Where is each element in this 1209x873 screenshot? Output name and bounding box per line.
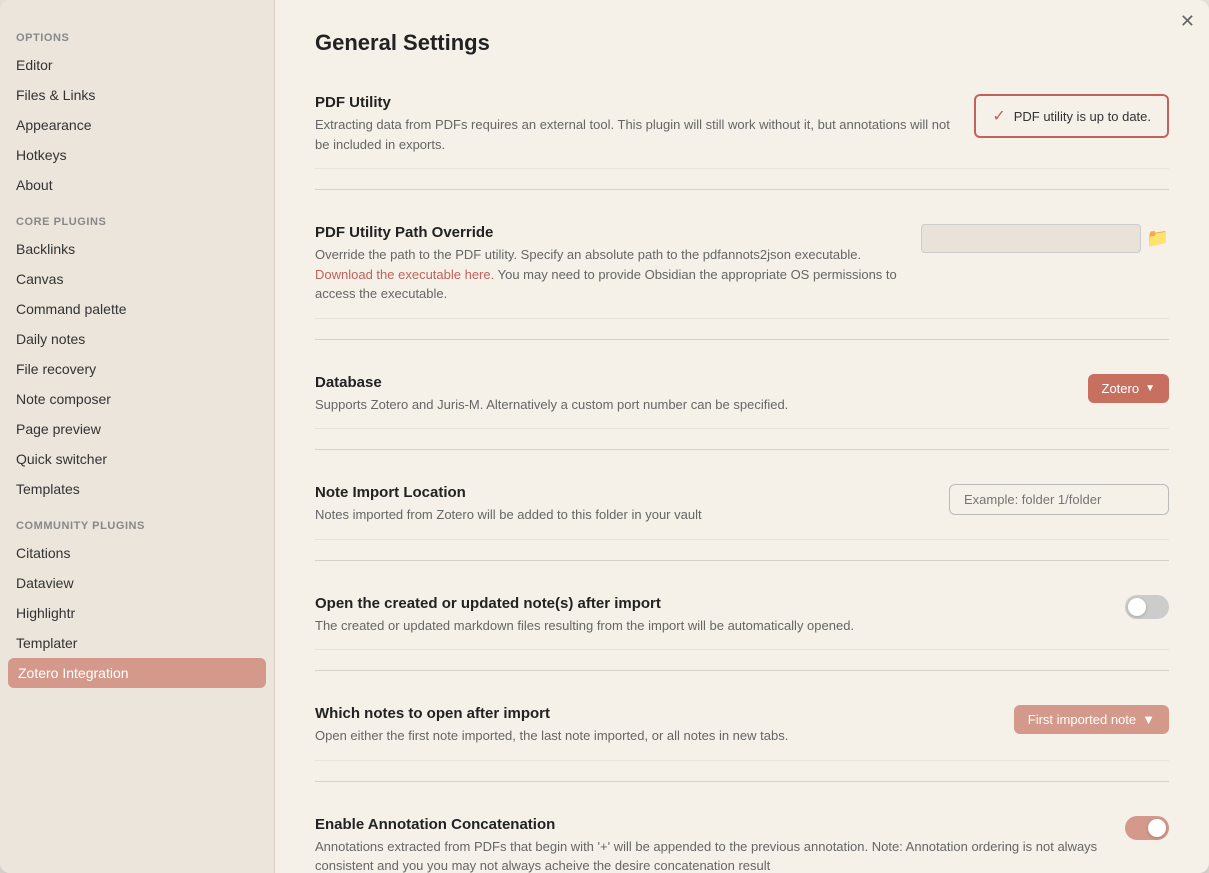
pdf-path-setting: PDF Utility Path Override Override the p… bbox=[315, 210, 1169, 319]
which-notes-control: First imported note ▼ bbox=[1014, 705, 1169, 734]
sidebar-item-backlinks[interactable]: Backlinks bbox=[0, 234, 274, 264]
database-info: Database Supports Zotero and Juris-M. Al… bbox=[315, 374, 1068, 415]
import-location-setting: Note Import Location Notes imported from… bbox=[315, 470, 1169, 540]
database-setting: Database Supports Zotero and Juris-M. Al… bbox=[315, 360, 1169, 430]
annotation-concat-desc: Annotations extracted from PDFs that beg… bbox=[315, 837, 1105, 873]
which-notes-desc: Open either the first note imported, the… bbox=[315, 726, 994, 746]
import-location-title: Note Import Location bbox=[315, 484, 929, 501]
database-title: Database bbox=[315, 374, 1068, 391]
which-notes-title: Which notes to open after import bbox=[315, 705, 994, 722]
which-notes-dropdown[interactable]: First imported note ▼ bbox=[1014, 705, 1169, 734]
sidebar-item-page-preview[interactable]: Page preview bbox=[0, 414, 274, 444]
database-value: Zotero bbox=[1102, 381, 1140, 396]
import-location-desc: Notes imported from Zotero will be added… bbox=[315, 505, 929, 525]
sidebar-item-appearance[interactable]: Appearance bbox=[0, 110, 274, 140]
chevron-down-icon: ▼ bbox=[1145, 383, 1155, 394]
pdf-path-input[interactable] bbox=[921, 224, 1141, 253]
main-content: General Settings PDF Utility Extracting … bbox=[275, 0, 1209, 873]
sidebar-item-file-recovery[interactable]: File recovery bbox=[0, 354, 274, 384]
annotation-concat-title: Enable Annotation Concatenation bbox=[315, 816, 1105, 833]
community-plugins-label: Community plugins bbox=[0, 504, 274, 538]
sidebar: Options Editor Files & Links Appearance … bbox=[0, 0, 275, 873]
open-after-import-control bbox=[1125, 595, 1169, 619]
page-title: General Settings bbox=[315, 30, 1169, 56]
import-location-info: Note Import Location Notes imported from… bbox=[315, 484, 929, 525]
database-control: Zotero ▼ bbox=[1088, 374, 1169, 403]
open-after-import-setting: Open the created or updated note(s) afte… bbox=[315, 581, 1169, 651]
sidebar-item-hotkeys[interactable]: Hotkeys bbox=[0, 140, 274, 170]
pdf-utility-control: ✓ PDF utility is up to date. bbox=[974, 94, 1169, 138]
check-icon: ✓ bbox=[992, 106, 1005, 126]
pdf-path-info: PDF Utility Path Override Override the p… bbox=[315, 224, 901, 304]
pdf-utility-setting: PDF Utility Extracting data from PDFs re… bbox=[315, 80, 1169, 169]
settings-modal: ✕ Options Editor Files & Links Appearanc… bbox=[0, 0, 1209, 873]
sidebar-item-editor[interactable]: Editor bbox=[0, 50, 274, 80]
which-notes-info: Which notes to open after import Open ei… bbox=[315, 705, 994, 746]
annotation-concat-control bbox=[1125, 816, 1169, 840]
pdf-path-control: 📁 bbox=[921, 224, 1169, 253]
folder-icon: 📁 bbox=[1147, 228, 1169, 248]
sidebar-item-command-palette[interactable]: Command palette bbox=[0, 294, 274, 324]
annotation-concat-setting: Enable Annotation Concatenation Annotati… bbox=[315, 802, 1169, 873]
close-button[interactable]: ✕ bbox=[1180, 12, 1195, 30]
pdf-utility-title: PDF Utility bbox=[315, 94, 954, 111]
sidebar-item-templater[interactable]: Templater bbox=[0, 628, 274, 658]
sidebar-item-files-links[interactable]: Files & Links bbox=[0, 80, 274, 110]
folder-button[interactable]: 📁 bbox=[1147, 228, 1169, 249]
pdf-utility-info: PDF Utility Extracting data from PDFs re… bbox=[315, 94, 954, 154]
sidebar-item-dataview[interactable]: Dataview bbox=[0, 568, 274, 598]
sidebar-item-quick-switcher[interactable]: Quick switcher bbox=[0, 444, 274, 474]
import-location-input[interactable] bbox=[949, 484, 1169, 515]
sidebar-item-note-composer[interactable]: Note composer bbox=[0, 384, 274, 414]
import-location-control bbox=[949, 484, 1169, 515]
pdf-utility-status: ✓ PDF utility is up to date. bbox=[974, 94, 1169, 138]
sidebar-item-daily-notes[interactable]: Daily notes bbox=[0, 324, 274, 354]
pdf-path-desc-text: Override the path to the PDF utility. Sp… bbox=[315, 247, 861, 262]
which-notes-value: First imported note bbox=[1028, 712, 1136, 727]
database-desc: Supports Zotero and Juris-M. Alternative… bbox=[315, 395, 1068, 415]
options-section-label: Options bbox=[0, 16, 274, 50]
sidebar-item-canvas[interactable]: Canvas bbox=[0, 264, 274, 294]
pdf-path-desc: Override the path to the PDF utility. Sp… bbox=[315, 245, 901, 304]
annotation-concat-info: Enable Annotation Concatenation Annotati… bbox=[315, 816, 1105, 873]
database-dropdown[interactable]: Zotero ▼ bbox=[1088, 374, 1169, 403]
which-notes-setting: Which notes to open after import Open ei… bbox=[315, 691, 1169, 761]
open-after-import-toggle[interactable] bbox=[1125, 595, 1169, 619]
core-plugins-label: Core plugins bbox=[0, 200, 274, 234]
open-after-import-info: Open the created or updated note(s) afte… bbox=[315, 595, 1105, 636]
chevron-down-icon: ▼ bbox=[1142, 712, 1155, 727]
open-after-import-desc: The created or updated markdown files re… bbox=[315, 616, 1105, 636]
sidebar-item-citations[interactable]: Citations bbox=[0, 538, 274, 568]
pdf-utility-desc: Extracting data from PDFs requires an ex… bbox=[315, 115, 954, 154]
pdf-path-title: PDF Utility Path Override bbox=[315, 224, 901, 241]
status-text: PDF utility is up to date. bbox=[1014, 109, 1151, 124]
download-link[interactable]: Download the executable here. bbox=[315, 267, 494, 282]
annotation-concat-toggle[interactable] bbox=[1125, 816, 1169, 840]
sidebar-item-templates[interactable]: Templates bbox=[0, 474, 274, 504]
sidebar-item-highlightr[interactable]: Highlightr bbox=[0, 598, 274, 628]
sidebar-item-about[interactable]: About bbox=[0, 170, 274, 200]
open-after-import-title: Open the created or updated note(s) afte… bbox=[315, 595, 1105, 612]
sidebar-item-zotero-integration[interactable]: Zotero Integration bbox=[8, 658, 266, 688]
